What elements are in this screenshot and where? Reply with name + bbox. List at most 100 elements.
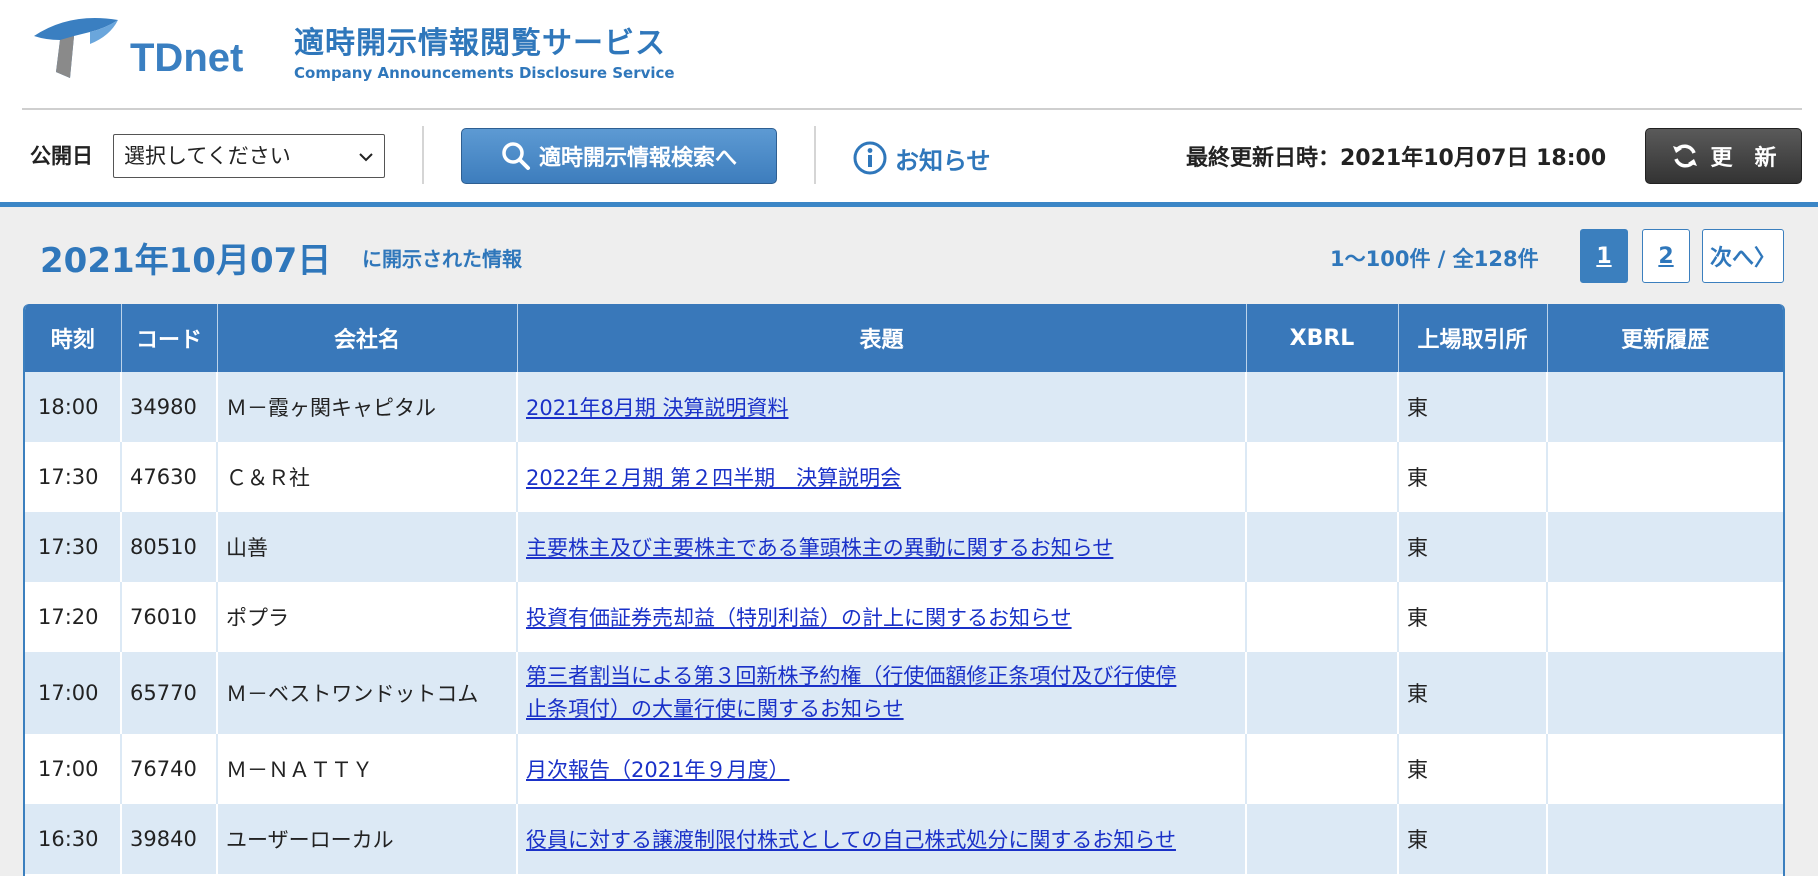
disclosure-search-label: 適時開示情報検索へ bbox=[538, 146, 737, 171]
disclosure-title-link[interactable]: 主要株主及び主要株主である筆頭株主の異動に関するお知らせ bbox=[526, 536, 1113, 560]
pub-date-label: 公開日 bbox=[30, 144, 93, 168]
cell-time: 17:00 bbox=[25, 734, 122, 804]
result-range: 1〜100件 / 全128件 bbox=[1330, 247, 1539, 271]
cell-xbrl bbox=[1246, 372, 1399, 442]
cell-title: 第三者割当による第３回新株予約権（行使価額修正条項付及び行使停 止条項付）の大量行… bbox=[517, 652, 1247, 734]
cell-code: 34980 bbox=[121, 372, 218, 442]
disclosure-title-link[interactable]: 第三者割当による第３回新株予約権（行使価額修正条項付及び行使停 止条項付）の大量行… bbox=[526, 664, 1176, 721]
col-header-company: 会社名 bbox=[217, 304, 518, 372]
cell-xbrl bbox=[1246, 512, 1399, 582]
col-header-history: 更新履歴 bbox=[1547, 304, 1783, 372]
pub-date-select[interactable]: 選択してください bbox=[113, 134, 385, 178]
site-header: TDnet 適時開示情報閲覧サービス Company Announcements… bbox=[0, 0, 1818, 108]
table-row: 17:00 65770 Ｍ－ベストワンドットコム 第三者割当による第３回新株予約… bbox=[25, 652, 1783, 734]
toolbar-divider bbox=[814, 126, 816, 184]
cell-time: 18:00 bbox=[25, 372, 122, 442]
disclosure-title-link[interactable]: 投資有価証券売却益（特別利益）の計上に関するお知らせ bbox=[526, 606, 1072, 630]
cell-history bbox=[1547, 734, 1783, 804]
cell-exchange: 東 bbox=[1398, 372, 1548, 442]
table-header-row: 時刻 コード 会社名 表題 XBRL 上場取引所 更新履歴 bbox=[25, 304, 1783, 372]
cell-company: Ｍ－霞ヶ関キャピタル bbox=[217, 372, 518, 442]
service-title: 適時開示情報閲覧サービス bbox=[294, 26, 666, 61]
refresh-icon bbox=[1673, 144, 1698, 168]
cell-xbrl bbox=[1246, 582, 1399, 652]
table-row: 17:30 47630 Ｃ＆Ｒ社 2022年２月期 第２四半期 決算説明会 東 bbox=[25, 442, 1783, 512]
chevron-down-icon bbox=[359, 153, 373, 162]
cell-history bbox=[1547, 372, 1783, 442]
cell-code: 76740 bbox=[121, 734, 218, 804]
cell-code: 80510 bbox=[121, 512, 218, 582]
logo-text: TDnet bbox=[130, 36, 244, 80]
last-updated-text: 最終更新日時：2021年10月07日 18:00 bbox=[1186, 146, 1607, 171]
notice-link[interactable]: お知らせ bbox=[853, 138, 991, 178]
pub-date-select-value: 選択してください bbox=[124, 144, 291, 168]
table-row: 18:00 34980 Ｍ－霞ヶ関キャピタル 2021年8月期 決算説明資料 東 bbox=[25, 372, 1783, 442]
refresh-label: 更 新 bbox=[1710, 146, 1777, 171]
cell-title: 主要株主及び主要株主である筆頭株主の異動に関するお知らせ bbox=[517, 512, 1247, 582]
cell-time: 16:30 bbox=[25, 804, 122, 874]
cell-company: Ｃ＆Ｒ社 bbox=[217, 442, 518, 512]
cell-title: 2022年２月期 第２四半期 決算説明会 bbox=[517, 442, 1247, 512]
col-header-time: 時刻 bbox=[25, 304, 122, 372]
page-1-button[interactable]: 1 bbox=[1580, 229, 1628, 283]
cell-time: 17:20 bbox=[25, 582, 122, 652]
cell-code: 76010 bbox=[121, 582, 218, 652]
cell-xbrl bbox=[1246, 652, 1399, 734]
cell-exchange: 東 bbox=[1398, 582, 1548, 652]
cell-company: Ｍ－ＮＡＴＴＹ bbox=[217, 734, 518, 804]
listing-area: 2021年10月07日 に開示された情報 1〜100件 / 全128件 1 2 … bbox=[0, 207, 1818, 876]
toolbar-divider bbox=[422, 126, 424, 184]
cell-time: 17:30 bbox=[25, 442, 122, 512]
disclosure-title-link[interactable]: 2021年8月期 決算説明資料 bbox=[526, 396, 788, 420]
cell-xbrl bbox=[1246, 734, 1399, 804]
cell-xbrl bbox=[1246, 804, 1399, 874]
next-page-button[interactable]: 次へ〉 bbox=[1702, 229, 1784, 283]
cell-exchange: 東 bbox=[1398, 804, 1548, 874]
cell-title: 役員に対する譲渡制限付株式としての自己株式処分に関するお知らせ bbox=[517, 804, 1247, 874]
disclosure-search-button[interactable]: 適時開示情報検索へ bbox=[461, 128, 777, 184]
cell-exchange: 東 bbox=[1398, 652, 1548, 734]
cell-title: 投資有価証券売却益（特別利益）の計上に関するお知らせ bbox=[517, 582, 1247, 652]
cell-exchange: 東 bbox=[1398, 442, 1548, 512]
service-subtitle: Company Announcements Disclosure Service bbox=[294, 64, 675, 82]
search-icon bbox=[502, 142, 530, 170]
title-line-2: 止条項付）の大量行使に関するお知らせ bbox=[526, 697, 904, 721]
cell-code: 47630 bbox=[121, 442, 218, 512]
table-row: 16:30 39840 ユーザーローカル 役員に対する譲渡制限付株式としての自己… bbox=[25, 804, 1783, 874]
col-header-title: 表題 bbox=[517, 304, 1247, 372]
page-2-button[interactable]: 2 bbox=[1642, 229, 1690, 283]
cell-history bbox=[1547, 512, 1783, 582]
cell-title: 2021年8月期 決算説明資料 bbox=[517, 372, 1247, 442]
cell-time: 17:00 bbox=[25, 652, 122, 734]
cell-company: Ｍ－ベストワンドットコム bbox=[217, 652, 518, 734]
cell-code: 65770 bbox=[121, 652, 218, 734]
cell-time: 17:30 bbox=[25, 512, 122, 582]
cell-history bbox=[1547, 442, 1783, 512]
listing-date: 2021年10月07日 bbox=[40, 241, 332, 281]
cell-exchange: 東 bbox=[1398, 512, 1548, 582]
disclosure-title-link[interactable]: 2022年２月期 第２四半期 決算説明会 bbox=[526, 466, 901, 490]
disclosure-title-link[interactable]: 役員に対する譲渡制限付株式としての自己株式処分に関するお知らせ bbox=[526, 828, 1176, 852]
col-header-exchange: 上場取引所 bbox=[1398, 304, 1548, 372]
cell-company: 山善 bbox=[217, 512, 518, 582]
cell-history bbox=[1547, 582, 1783, 652]
refresh-button[interactable]: 更 新 bbox=[1645, 128, 1802, 184]
disclosure-title-link[interactable]: 月次報告（2021年９月度） bbox=[526, 758, 789, 782]
notice-label: お知らせ bbox=[895, 146, 991, 175]
cell-history bbox=[1547, 804, 1783, 874]
cell-history bbox=[1547, 652, 1783, 734]
cell-xbrl bbox=[1246, 442, 1399, 512]
disclosure-table: 時刻 コード 会社名 表題 XBRL 上場取引所 更新履歴 18:00 3498… bbox=[23, 304, 1785, 876]
cell-company: ユーザーローカル bbox=[217, 804, 518, 874]
col-header-code: コード bbox=[121, 304, 218, 372]
cell-code: 39840 bbox=[121, 804, 218, 874]
toolbar: 公開日 選択してください 適時開示情報検索へ お知らせ 最終更新日時：2021年… bbox=[0, 110, 1818, 202]
title-line-1: 第三者割当による第３回新株予約権（行使価額修正条項付及び行使停 bbox=[526, 664, 1177, 688]
tdnet-logo-mark-icon bbox=[34, 18, 118, 78]
listing-date-suffix: に開示された情報 bbox=[362, 247, 522, 271]
cell-title: 月次報告（2021年９月度） bbox=[517, 734, 1247, 804]
tdnet-logo[interactable]: TDnet bbox=[30, 14, 255, 84]
cell-exchange: 東 bbox=[1398, 734, 1548, 804]
table-row: 17:20 76010 ポプラ 投資有価証券売却益（特別利益）の計上に関するお知… bbox=[25, 582, 1783, 652]
table-row: 17:30 80510 山善 主要株主及び主要株主である筆頭株主の異動に関するお… bbox=[25, 512, 1783, 582]
